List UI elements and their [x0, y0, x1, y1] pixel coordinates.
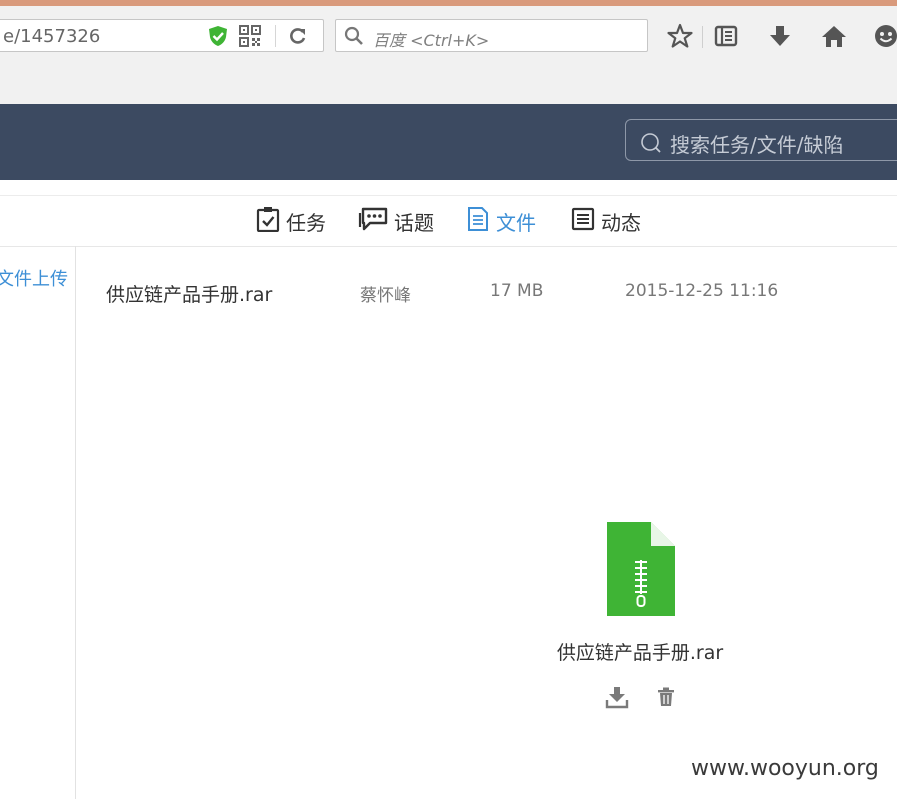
- download-icon[interactable]: [767, 23, 793, 53]
- file-preview: 供应链产品手册.rar: [540, 520, 740, 720]
- search-icon: [640, 132, 662, 158]
- browser-search-placeholder[interactable]: 百度 <Ctrl+K>: [373, 27, 489, 51]
- app-search-placeholder[interactable]: 搜索任务/文件/缺陷: [670, 129, 843, 158]
- tab-bar: 任务 话题 文件 动态: [0, 195, 897, 247]
- preview-file-name: 供应链产品手册.rar: [556, 642, 724, 664]
- app-header: 搜索任务/文件/缺陷: [0, 104, 897, 180]
- tab-tasks[interactable]: 任务: [256, 206, 326, 236]
- chat-bubble-icon: [358, 206, 388, 236]
- file-row[interactable]: 供应链产品手册.rar 蔡怀峰 17 MB 2015-12-25 11:16: [76, 270, 897, 314]
- tab-topics[interactable]: 话题: [358, 206, 434, 236]
- reload-icon[interactable]: [288, 26, 308, 50]
- watermark: www.wooyun.org: [691, 756, 879, 781]
- browser-toolbar: e/1457326 百度 <Ctrl+K>: [0, 6, 897, 105]
- tab-tasks-label: 任务: [286, 210, 326, 235]
- toolbar-divider: [702, 26, 703, 48]
- url-bar[interactable]: e/1457326: [0, 19, 324, 52]
- file-name[interactable]: 供应链产品手册.rar: [106, 280, 272, 307]
- url-divider: [275, 25, 276, 47]
- emoji-icon[interactable]: [873, 23, 897, 53]
- clipboard-check-icon: [256, 206, 280, 236]
- shield-icon[interactable]: [207, 25, 229, 51]
- tab-files[interactable]: 文件: [466, 206, 536, 236]
- tab-activity-label: 动态: [601, 210, 641, 235]
- list-icon: [571, 206, 595, 236]
- star-icon[interactable]: [667, 23, 693, 53]
- file-size: 17 MB: [490, 281, 544, 301]
- tab-activity[interactable]: 动态: [571, 206, 641, 236]
- tab-files-label: 文件: [496, 210, 536, 235]
- home-icon[interactable]: [820, 23, 848, 53]
- search-icon: [344, 26, 364, 50]
- file-owner: 蔡怀峰: [360, 286, 411, 306]
- download-icon[interactable]: [605, 685, 629, 713]
- zip-file-icon: [607, 522, 675, 620]
- file-upload-link[interactable]: 文件上传: [0, 265, 68, 291]
- delete-icon[interactable]: [657, 687, 675, 711]
- sidebar: 文件上传: [0, 246, 76, 799]
- tab-topics-label: 话题: [394, 210, 434, 235]
- browser-search-bar[interactable]: 百度 <Ctrl+K>: [335, 19, 648, 52]
- file-date: 2015-12-25 11:16: [625, 281, 779, 301]
- qr-code-icon[interactable]: [239, 25, 261, 51]
- document-icon: [466, 206, 490, 236]
- reading-list-icon[interactable]: [713, 23, 739, 53]
- app-search-input[interactable]: 搜索任务/文件/缺陷: [625, 119, 897, 161]
- url-text[interactable]: e/1457326: [3, 26, 100, 47]
